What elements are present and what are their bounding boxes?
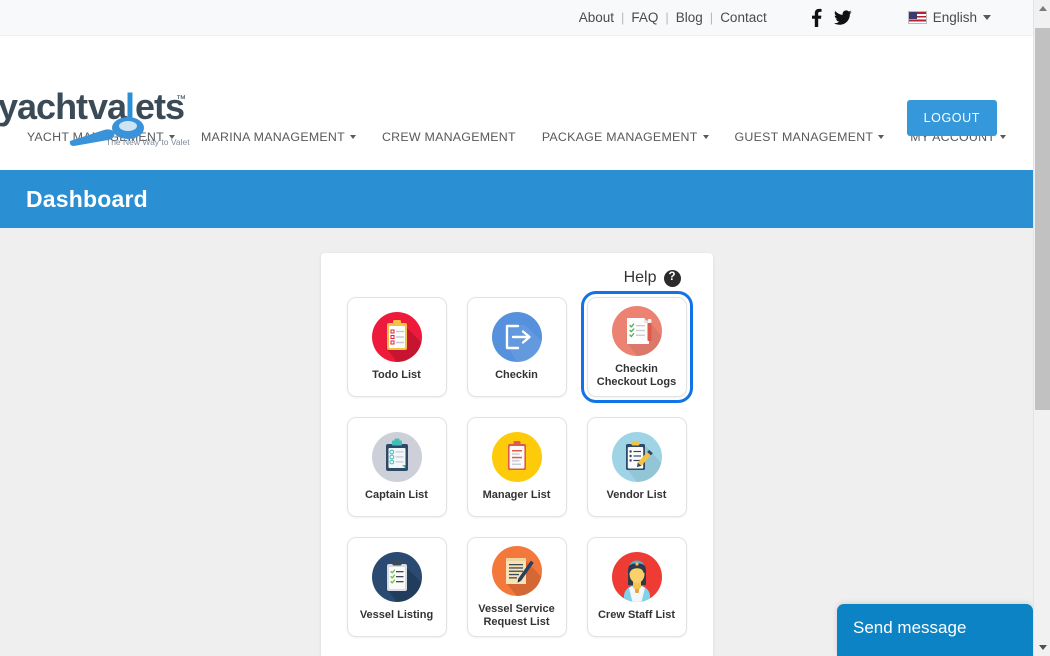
nav-label: PACKAGE MANAGEMENT (541, 130, 698, 144)
utility-topbar: About | FAQ | Blog | Contact English (0, 0, 1033, 36)
scrollbar-thumb[interactable] (1035, 28, 1050, 410)
language-label: English (932, 10, 977, 25)
chevron-down-icon (983, 15, 991, 20)
page-root: About | FAQ | Blog | Contact English yac… (0, 0, 1033, 656)
tile-label: Vessel Service Request List (478, 602, 555, 628)
login-arrow-blue-icon (491, 311, 543, 363)
document-pen-orange-icon (491, 545, 543, 597)
tile-label: Checkin (495, 369, 538, 382)
tile-captain-list[interactable]: Captain List (346, 417, 447, 517)
tile-label: Vessel Listing (359, 609, 434, 622)
nav-item-package-management[interactable]: PACKAGE MANAGEMENT (529, 126, 722, 148)
help-link[interactable]: Help ? (339, 265, 695, 297)
clipboard-yellow-icon (491, 431, 543, 483)
chevron-down-icon (1000, 135, 1007, 139)
clipboard-pencil-lightblue-icon (611, 431, 663, 483)
crew-person-red-icon (611, 551, 663, 603)
document-checklist-coral-icon (611, 305, 663, 357)
chevron-down-icon (702, 135, 709, 139)
svg-text:The New Way to Valet: The New Way to Valet (106, 137, 190, 147)
topbar-link-contact[interactable]: Contact (713, 10, 774, 25)
twitter-icon[interactable] (830, 7, 856, 29)
svg-text:™: ™ (176, 94, 186, 105)
tile-label: Crew Staff List (597, 609, 675, 622)
page-title: Dashboard (26, 185, 148, 212)
vertical-scrollbar[interactable] (1033, 0, 1050, 656)
tile-checkin-checkout-logs[interactable]: Checkin Checkout Logs (580, 291, 693, 403)
clipboard-checklist-red-icon (371, 311, 423, 363)
clipboard-navy-icon (371, 551, 423, 603)
scroll-up-arrow-icon[interactable] (1034, 0, 1050, 17)
clipboard-navy-gray-icon (371, 431, 423, 483)
tile-label: Captain List (365, 489, 428, 502)
chevron-down-icon (878, 135, 885, 139)
tile-label: Todo List (372, 369, 421, 382)
tile-vendor-list[interactable]: Vendor List (586, 417, 687, 517)
nav-label: MARINA MANAGEMENT (200, 130, 345, 144)
tile-vessel-listing[interactable]: Vessel Listing (346, 537, 447, 637)
site-header: yacht va l ets ™ The New Way to Valet LO… (0, 36, 1033, 147)
nav-item-crew-management[interactable]: CREW MANAGEMENT (369, 126, 529, 148)
social-links (804, 7, 856, 29)
nav-item-guest-management[interactable]: GUEST MANAGEMENT (722, 126, 898, 148)
tile-crew-staff-list[interactable]: Crew Staff List (586, 537, 687, 637)
nav-label: CREW MANAGEMENT (381, 130, 516, 144)
page-title-banner: Dashboard (0, 170, 1033, 228)
dashboard-panel: Help ? Todo List Checkin Checkin Checkou… (320, 253, 713, 656)
topbar-link-blog[interactable]: Blog (669, 10, 710, 25)
send-message-widget[interactable]: Send message (837, 604, 1033, 656)
tile-label: Vendor List (606, 489, 667, 502)
tile-manager-list[interactable]: Manager List (466, 417, 567, 517)
chevron-down-icon (349, 135, 356, 139)
facebook-icon[interactable] (804, 7, 830, 29)
tile-todo-list[interactable]: Todo List (346, 297, 447, 397)
tile-checkin[interactable]: Checkin (466, 297, 567, 397)
nav-item-marina-management[interactable]: MARINA MANAGEMENT (188, 126, 369, 148)
topbar-link-faq[interactable]: FAQ (624, 10, 665, 25)
tile-label: Manager List (482, 489, 551, 502)
nav-label: GUEST MANAGEMENT (734, 130, 874, 144)
scroll-down-arrow-icon[interactable] (1034, 639, 1050, 656)
language-selector[interactable]: English (907, 10, 991, 25)
svg-text:yacht: yacht (0, 88, 88, 127)
question-mark-icon: ? (663, 269, 681, 287)
us-flag-icon (907, 11, 927, 24)
logout-button[interactable]: LOGOUT (906, 100, 997, 136)
tile-label: Checkin Checkout Logs (596, 362, 677, 388)
tile-vessel-service-request-list[interactable]: Vessel Service Request List (466, 537, 567, 637)
brand-logo[interactable]: yacht va l ets ™ The New Way to Valet (0, 88, 200, 150)
dashboard-tile-grid: Todo List Checkin Checkin Checkout Logs … (339, 291, 695, 637)
topbar-link-about[interactable]: About (572, 10, 621, 25)
dashboard-content: Help ? Todo List Checkin Checkin Checkou… (0, 228, 1033, 656)
help-label: Help (623, 269, 657, 286)
